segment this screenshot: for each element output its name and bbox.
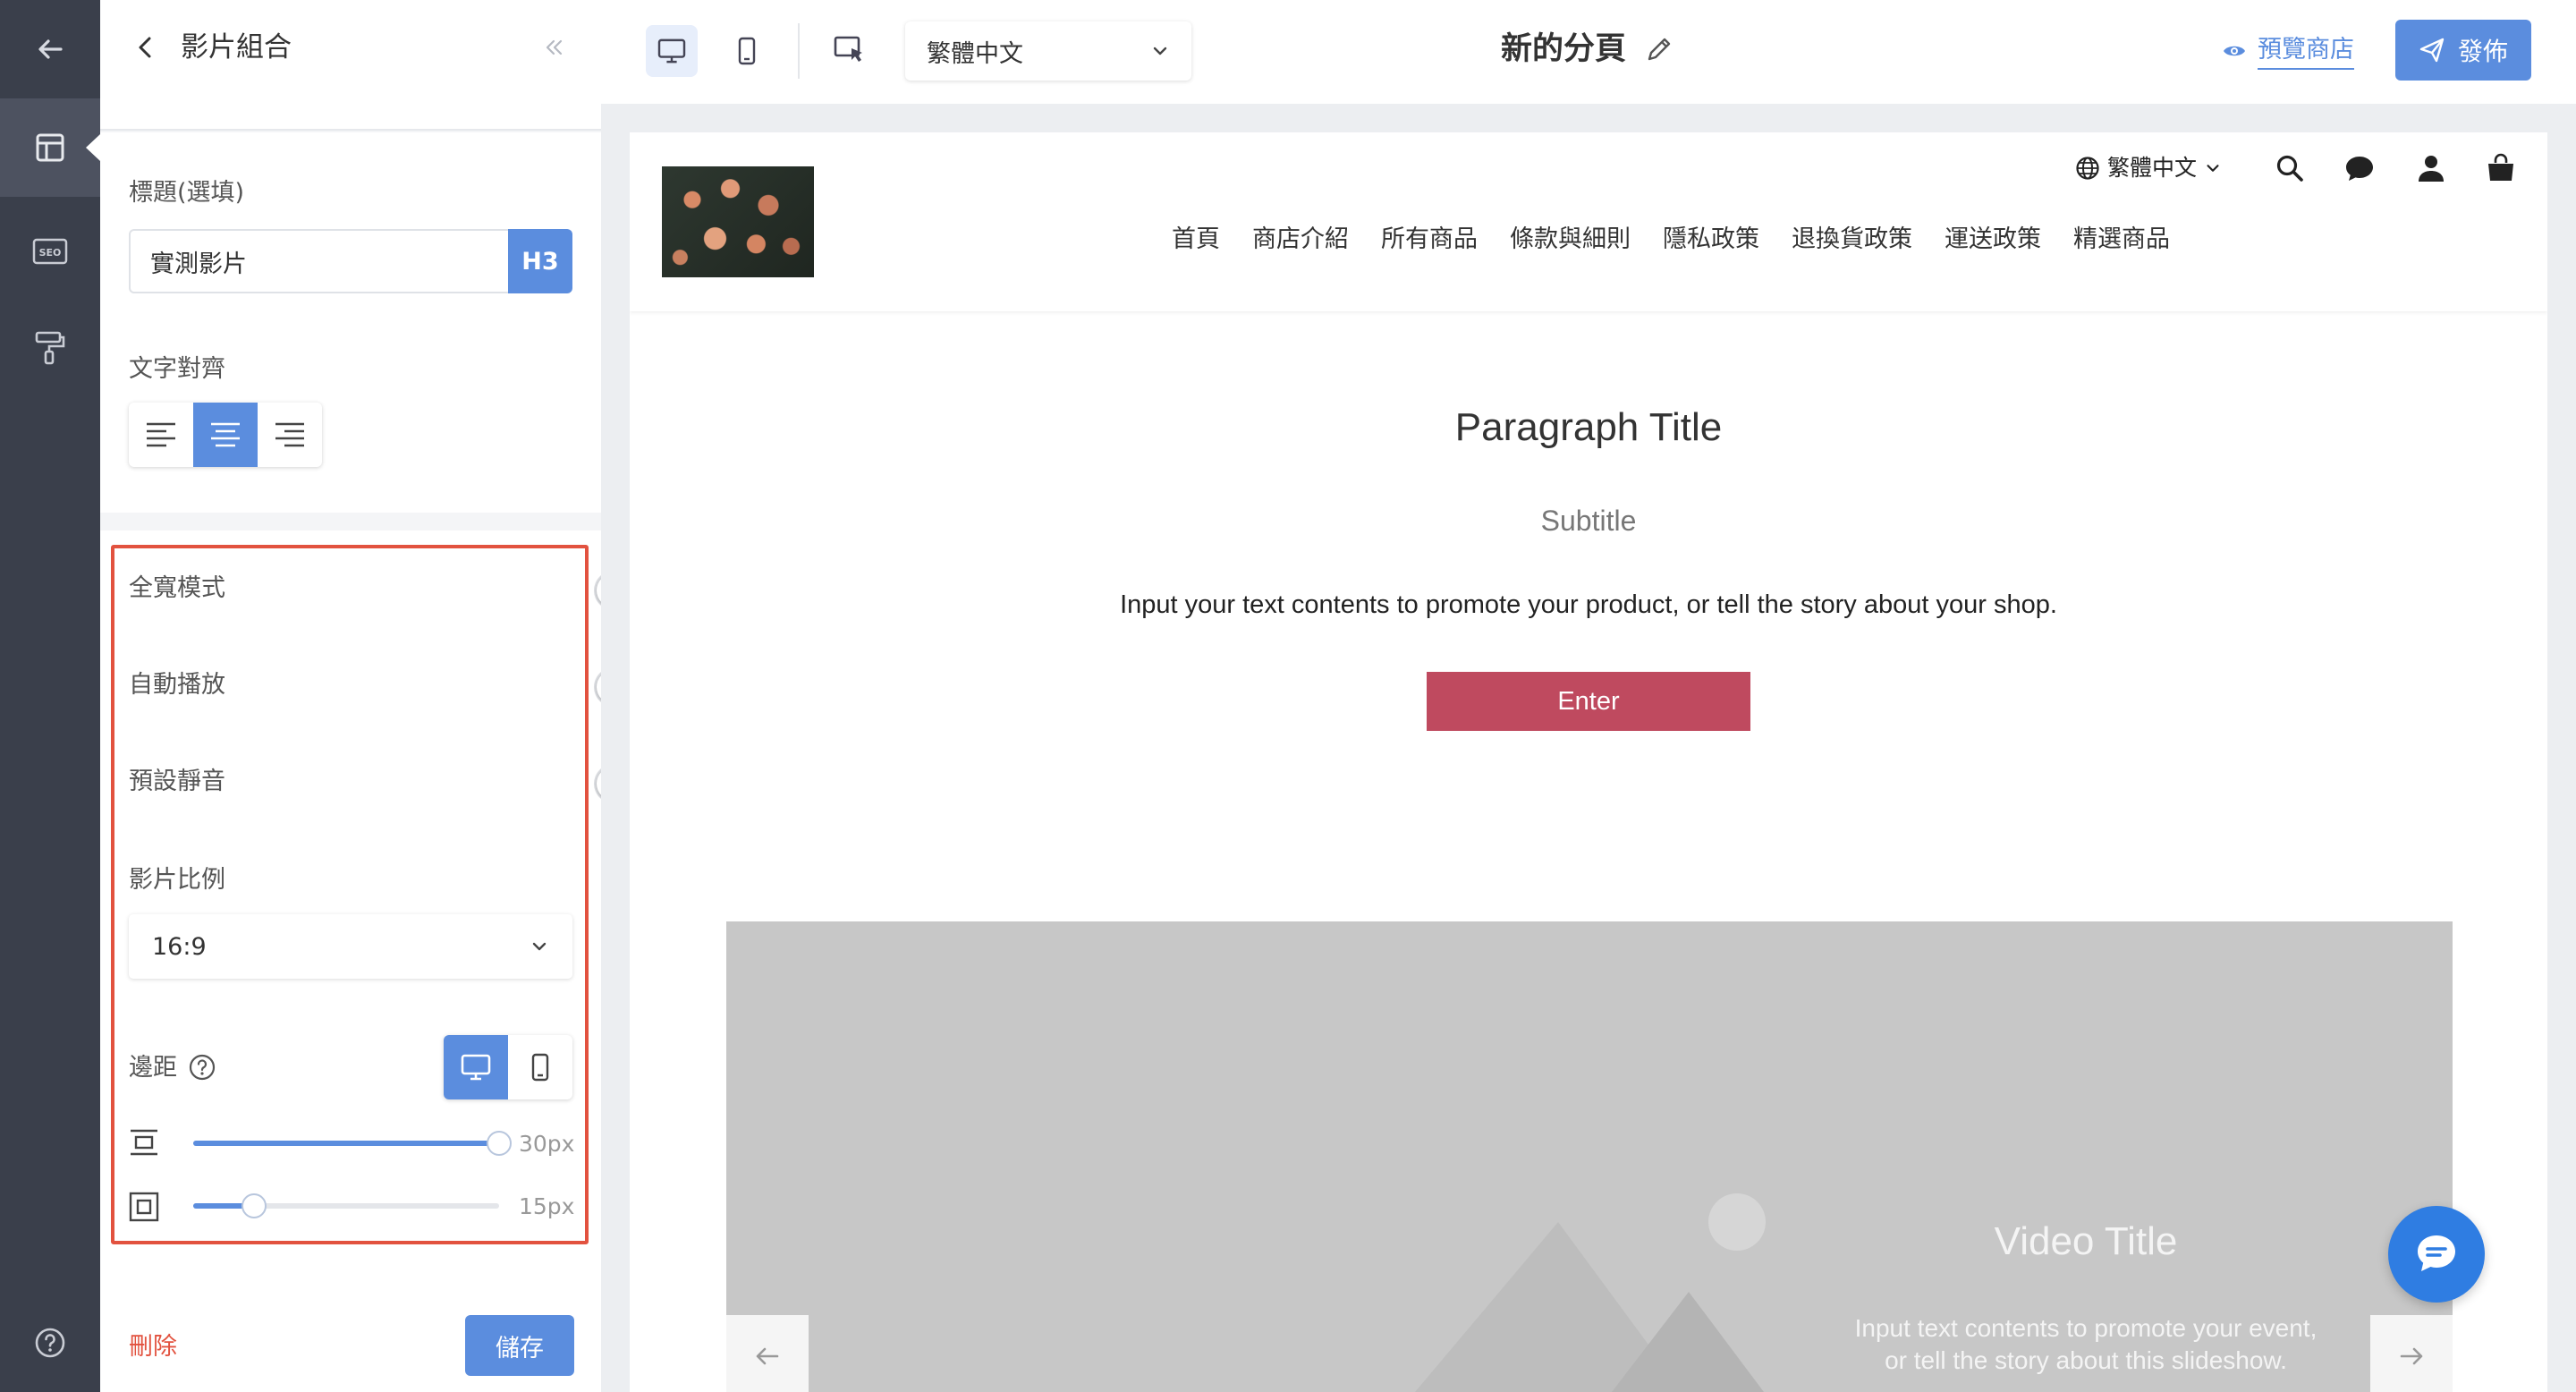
shopping-bag-icon[interactable] (2485, 152, 2517, 184)
chat-bubble-icon[interactable] (2343, 152, 2376, 184)
preview-store-label: 預覽商店 (2258, 32, 2354, 70)
nav-item-privacy[interactable]: 隱私政策 (1663, 222, 1759, 258)
nav-item-returns[interactable]: 退換貨政策 (1792, 222, 1912, 258)
nav-item-home[interactable]: 首頁 (1172, 222, 1220, 258)
delete-button[interactable]: 刪除 (129, 1329, 177, 1365)
language-select-value: 繁體中文 (927, 39, 1023, 68)
seo-icon: SEO (32, 238, 68, 265)
nav-item-shipping[interactable]: 運送政策 (1945, 222, 2041, 258)
chevron-left-icon (132, 34, 159, 61)
video-description-line1: Input text contents to promote your even… (1854, 1314, 2318, 1342)
align-left-icon (145, 421, 177, 448)
mobile-preview-button[interactable] (721, 25, 773, 77)
pencil-icon (1644, 34, 1674, 64)
back-button[interactable] (0, 0, 100, 98)
site-nav: 首頁 商店介紹 所有商品 條款與細則 隱私政策 退換貨政策 運送政策 精選商品 (1172, 222, 2170, 258)
store-logo[interactable] (662, 166, 814, 277)
cursor-select-icon (834, 36, 868, 66)
desktop-preview-button[interactable] (646, 25, 698, 77)
site-language-switcher[interactable]: 繁體中文 (2075, 152, 2222, 184)
topbar-divider (798, 23, 800, 79)
nav-item-featured[interactable]: 精選商品 (2073, 222, 2170, 258)
rail-style-button[interactable] (0, 299, 100, 397)
chat-bubble-icon (2412, 1230, 2461, 1278)
chevron-down-icon (2204, 159, 2222, 177)
page-name: 新的分頁 (1501, 31, 1627, 67)
chat-support-button[interactable] (2388, 1206, 2485, 1303)
paragraph-title: Paragraph Title (1454, 405, 1723, 449)
align-left-button[interactable] (129, 403, 193, 467)
paragraph-body: Input your text contents to promote your… (1120, 590, 2057, 619)
nav-item-all-products[interactable]: 所有商品 (1381, 222, 1478, 258)
align-center-icon (209, 421, 242, 448)
slide-prev-button[interactable] (726, 1315, 809, 1392)
panel-back-button[interactable] (132, 34, 159, 61)
svg-text:SEO: SEO (39, 247, 62, 259)
search-icon[interactable] (2274, 152, 2306, 184)
rail-seo-button[interactable]: SEO (0, 202, 100, 301)
layout-icon (34, 132, 66, 164)
rename-page-button[interactable] (1644, 34, 1674, 64)
site-language-label: 繁體中文 (2107, 155, 2198, 181)
align-right-icon (274, 421, 306, 448)
collapse-panel-button[interactable] (542, 36, 565, 59)
panel-header: 影片組合 (100, 0, 601, 131)
editor-canvas: 繁體中文 首頁 商店介紹 所有商品 條款與細則 隱私政策 退換貨政策 運送政策 … (601, 104, 2576, 1392)
save-button[interactable]: 儲存 (465, 1315, 574, 1376)
preview-store-link[interactable]: 預覽商店 (2222, 32, 2354, 70)
site-preview: 繁體中文 首頁 商店介紹 所有商品 條款與細則 隱私政策 退換貨政策 運送政策 … (630, 132, 2547, 1392)
globe-icon (2075, 156, 2100, 181)
double-chevron-left-icon (542, 36, 565, 59)
user-icon[interactable] (2415, 152, 2447, 184)
icon-rail: SEO (0, 0, 100, 1392)
video-title: Video Title (1994, 1219, 2178, 1263)
video-slideshow: Video Title Input text contents to promo… (726, 921, 2453, 1392)
text-align-group (129, 403, 322, 467)
rail-layout-button[interactable] (0, 98, 100, 197)
help-icon (34, 1327, 66, 1359)
video-description-line2: or tell the story about this slideshow. (1885, 1346, 2287, 1374)
enter-button[interactable]: Enter (1427, 672, 1750, 731)
publish-label: 發佈 (2457, 37, 2508, 66)
slide-next-button[interactable] (2370, 1315, 2453, 1392)
language-select[interactable]: 繁體中文 (905, 21, 1191, 81)
title-field-label: 標題(選填) (129, 179, 245, 207)
title-input[interactable] (129, 229, 508, 293)
video-description: Input text contents to promote your even… (1773, 1312, 2399, 1377)
paragraph-subtitle: Subtitle (1540, 505, 1637, 537)
send-icon (2419, 37, 2445, 64)
align-right-button[interactable] (258, 403, 322, 467)
panel-title: 影片組合 (181, 31, 292, 64)
site-header: 繁體中文 首頁 商店介紹 所有商品 條款與細則 隱私政策 退換貨政策 運送政策 … (630, 132, 2547, 311)
paint-roller-icon (34, 330, 66, 366)
nav-item-terms[interactable]: 條款與細則 (1510, 222, 1631, 258)
align-center-button[interactable] (193, 403, 258, 467)
back-arrow-icon (34, 33, 66, 65)
publish-button[interactable]: 發佈 (2395, 20, 2531, 81)
select-element-button[interactable] (825, 25, 877, 77)
nav-item-about[interactable]: 商店介紹 (1252, 222, 1349, 258)
arrow-right-icon (2396, 1341, 2427, 1371)
heading-level-button[interactable]: H3 (508, 229, 572, 293)
panel-footer: 刪除 儲存 (100, 1303, 601, 1392)
mobile-icon (737, 37, 757, 65)
editor-topbar: 繁體中文 新的分頁 預覽商店 發佈 (601, 0, 2576, 104)
help-button[interactable] (0, 1294, 100, 1392)
chevron-down-icon (1150, 41, 1170, 61)
eye-icon (2222, 42, 2247, 60)
text-align-label: 文字對齊 (129, 355, 225, 383)
highlight-annotation (111, 545, 589, 1244)
desktop-icon (657, 38, 686, 64)
arrow-left-icon (752, 1341, 783, 1371)
